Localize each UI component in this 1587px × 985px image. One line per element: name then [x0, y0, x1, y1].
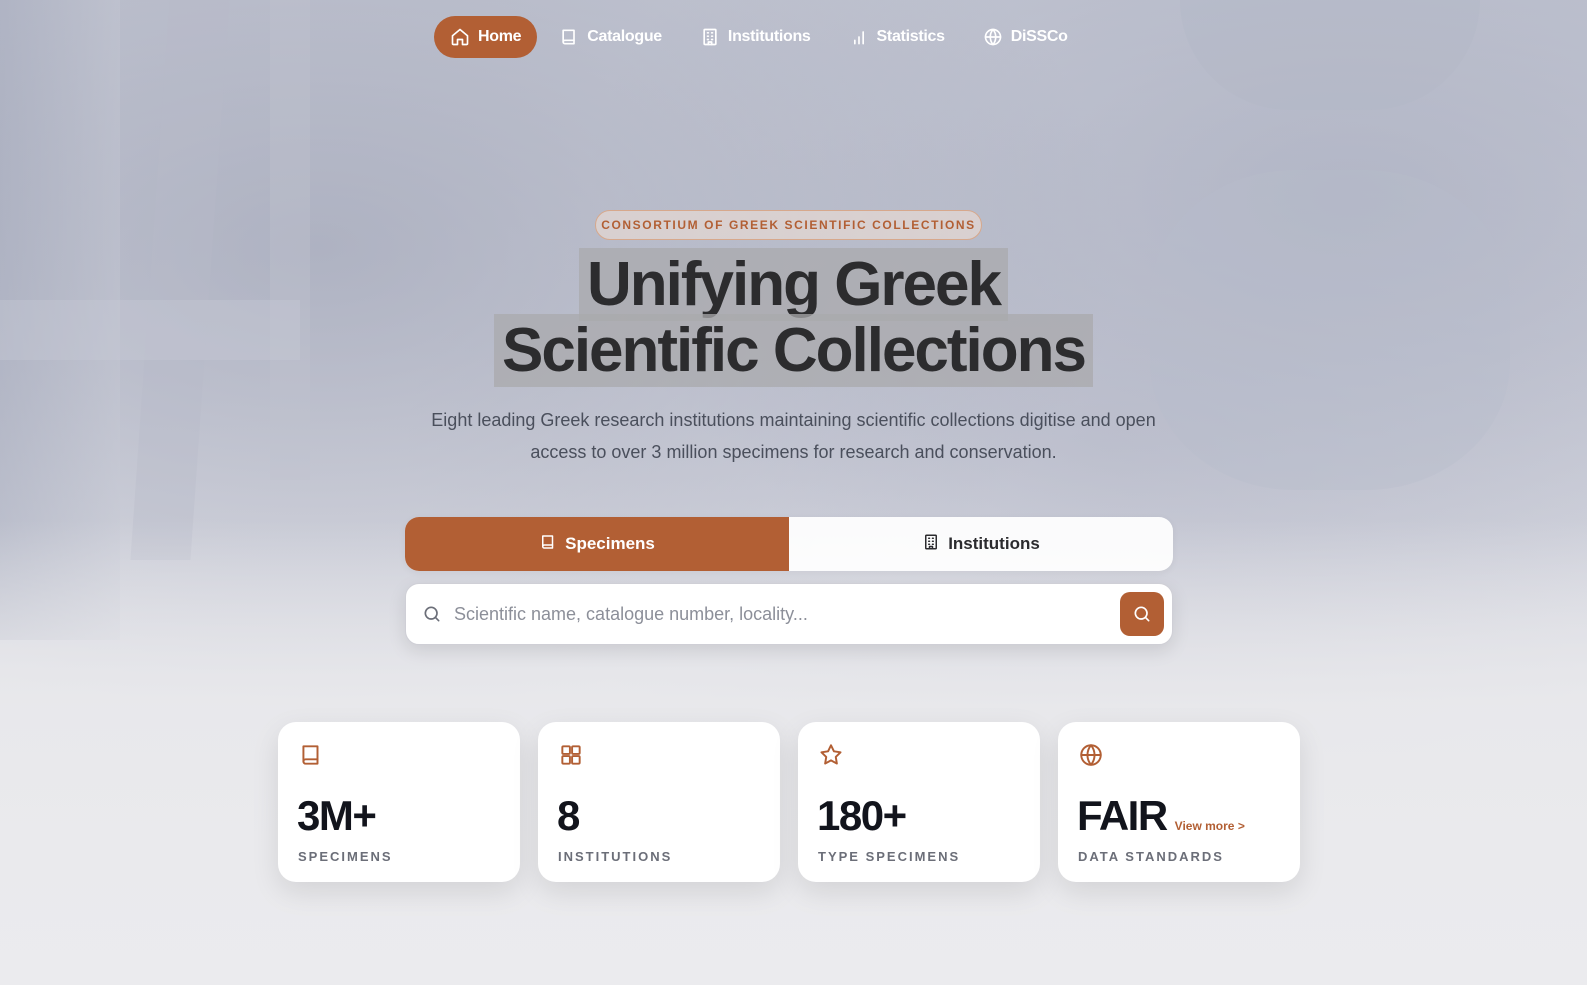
stat-value: 8: [557, 792, 580, 839]
building-icon: [922, 533, 940, 556]
search-button[interactable]: [1120, 592, 1164, 636]
nav-item-institutions[interactable]: Institutions: [684, 16, 827, 58]
nav-item-dissco[interactable]: DiSSCo: [967, 16, 1084, 58]
tab-institutions[interactable]: Institutions: [789, 517, 1173, 571]
nav-item-label: Institutions: [727, 28, 811, 45]
title-line-2: Scientific Collections: [493, 314, 1094, 387]
stat-label: INSTITUTIONS: [558, 849, 673, 864]
nav-item-label: Catalogue: [587, 28, 662, 45]
hero-subtitle: Eight leading Greek research institution…: [431, 410, 1156, 462]
nav-item-home[interactable]: Home: [434, 16, 538, 58]
search-icon: [1132, 604, 1152, 624]
stat-value: 180+: [817, 792, 907, 839]
tab-specimens[interactable]: Specimens: [405, 517, 789, 571]
book-icon: [559, 27, 579, 47]
nav-item-label: Home: [478, 28, 522, 45]
grid-icon: [558, 742, 584, 768]
tab-label: Specimens: [565, 534, 655, 553]
home-icon: [450, 27, 470, 47]
nav-item-statistics[interactable]: Statistics: [833, 16, 961, 58]
hero-badge: CONSORTIUM OF GREEK SCIENTIFIC COLLECTIO…: [595, 210, 982, 240]
bar-chart-icon: [849, 27, 869, 47]
star-icon: [818, 742, 844, 768]
page-title: Unifying Greek Scientific Collections: [0, 248, 1587, 387]
stat-value: FAIR: [1077, 792, 1168, 839]
title-line-1: Unifying Greek: [579, 248, 1008, 321]
top-navigation: Home Catalogue Institutions Statistics D…: [434, 16, 1084, 58]
building-icon: [700, 27, 720, 47]
view-more-link[interactable]: View more >: [1175, 819, 1245, 833]
search-tabs: Specimens Institutions: [405, 517, 1173, 571]
globe-icon: [1078, 742, 1104, 768]
stat-card-institutions: 8 INSTITUTIONS: [538, 722, 780, 882]
stat-card-type-specimens: 180+ TYPE SPECIMENS: [798, 722, 1040, 882]
stats-row: 3M+ SPECIMENS 8 INSTITUTIONS 180+ TYPE S…: [278, 722, 1300, 882]
search-bar: [405, 583, 1173, 645]
book-icon: [298, 742, 324, 768]
globe-icon: [983, 27, 1003, 47]
stat-label: TYPE SPECIMENS: [818, 849, 961, 864]
stat-value: 3M+: [297, 792, 377, 839]
nav-item-label: Statistics: [876, 28, 945, 45]
stat-card-data-standards: FAIR View more > DATA STANDARDS: [1058, 722, 1300, 882]
stat-card-specimens: 3M+ SPECIMENS: [278, 722, 520, 882]
stat-label: DATA STANDARDS: [1078, 849, 1224, 864]
tab-label: Institutions: [948, 534, 1040, 553]
book-icon: [539, 533, 557, 556]
search-input[interactable]: [454, 594, 1120, 634]
nav-item-label: DiSSCo: [1010, 28, 1068, 45]
nav-item-catalogue[interactable]: Catalogue: [543, 16, 678, 58]
search-icon: [422, 604, 442, 624]
stat-label: SPECIMENS: [298, 849, 393, 864]
